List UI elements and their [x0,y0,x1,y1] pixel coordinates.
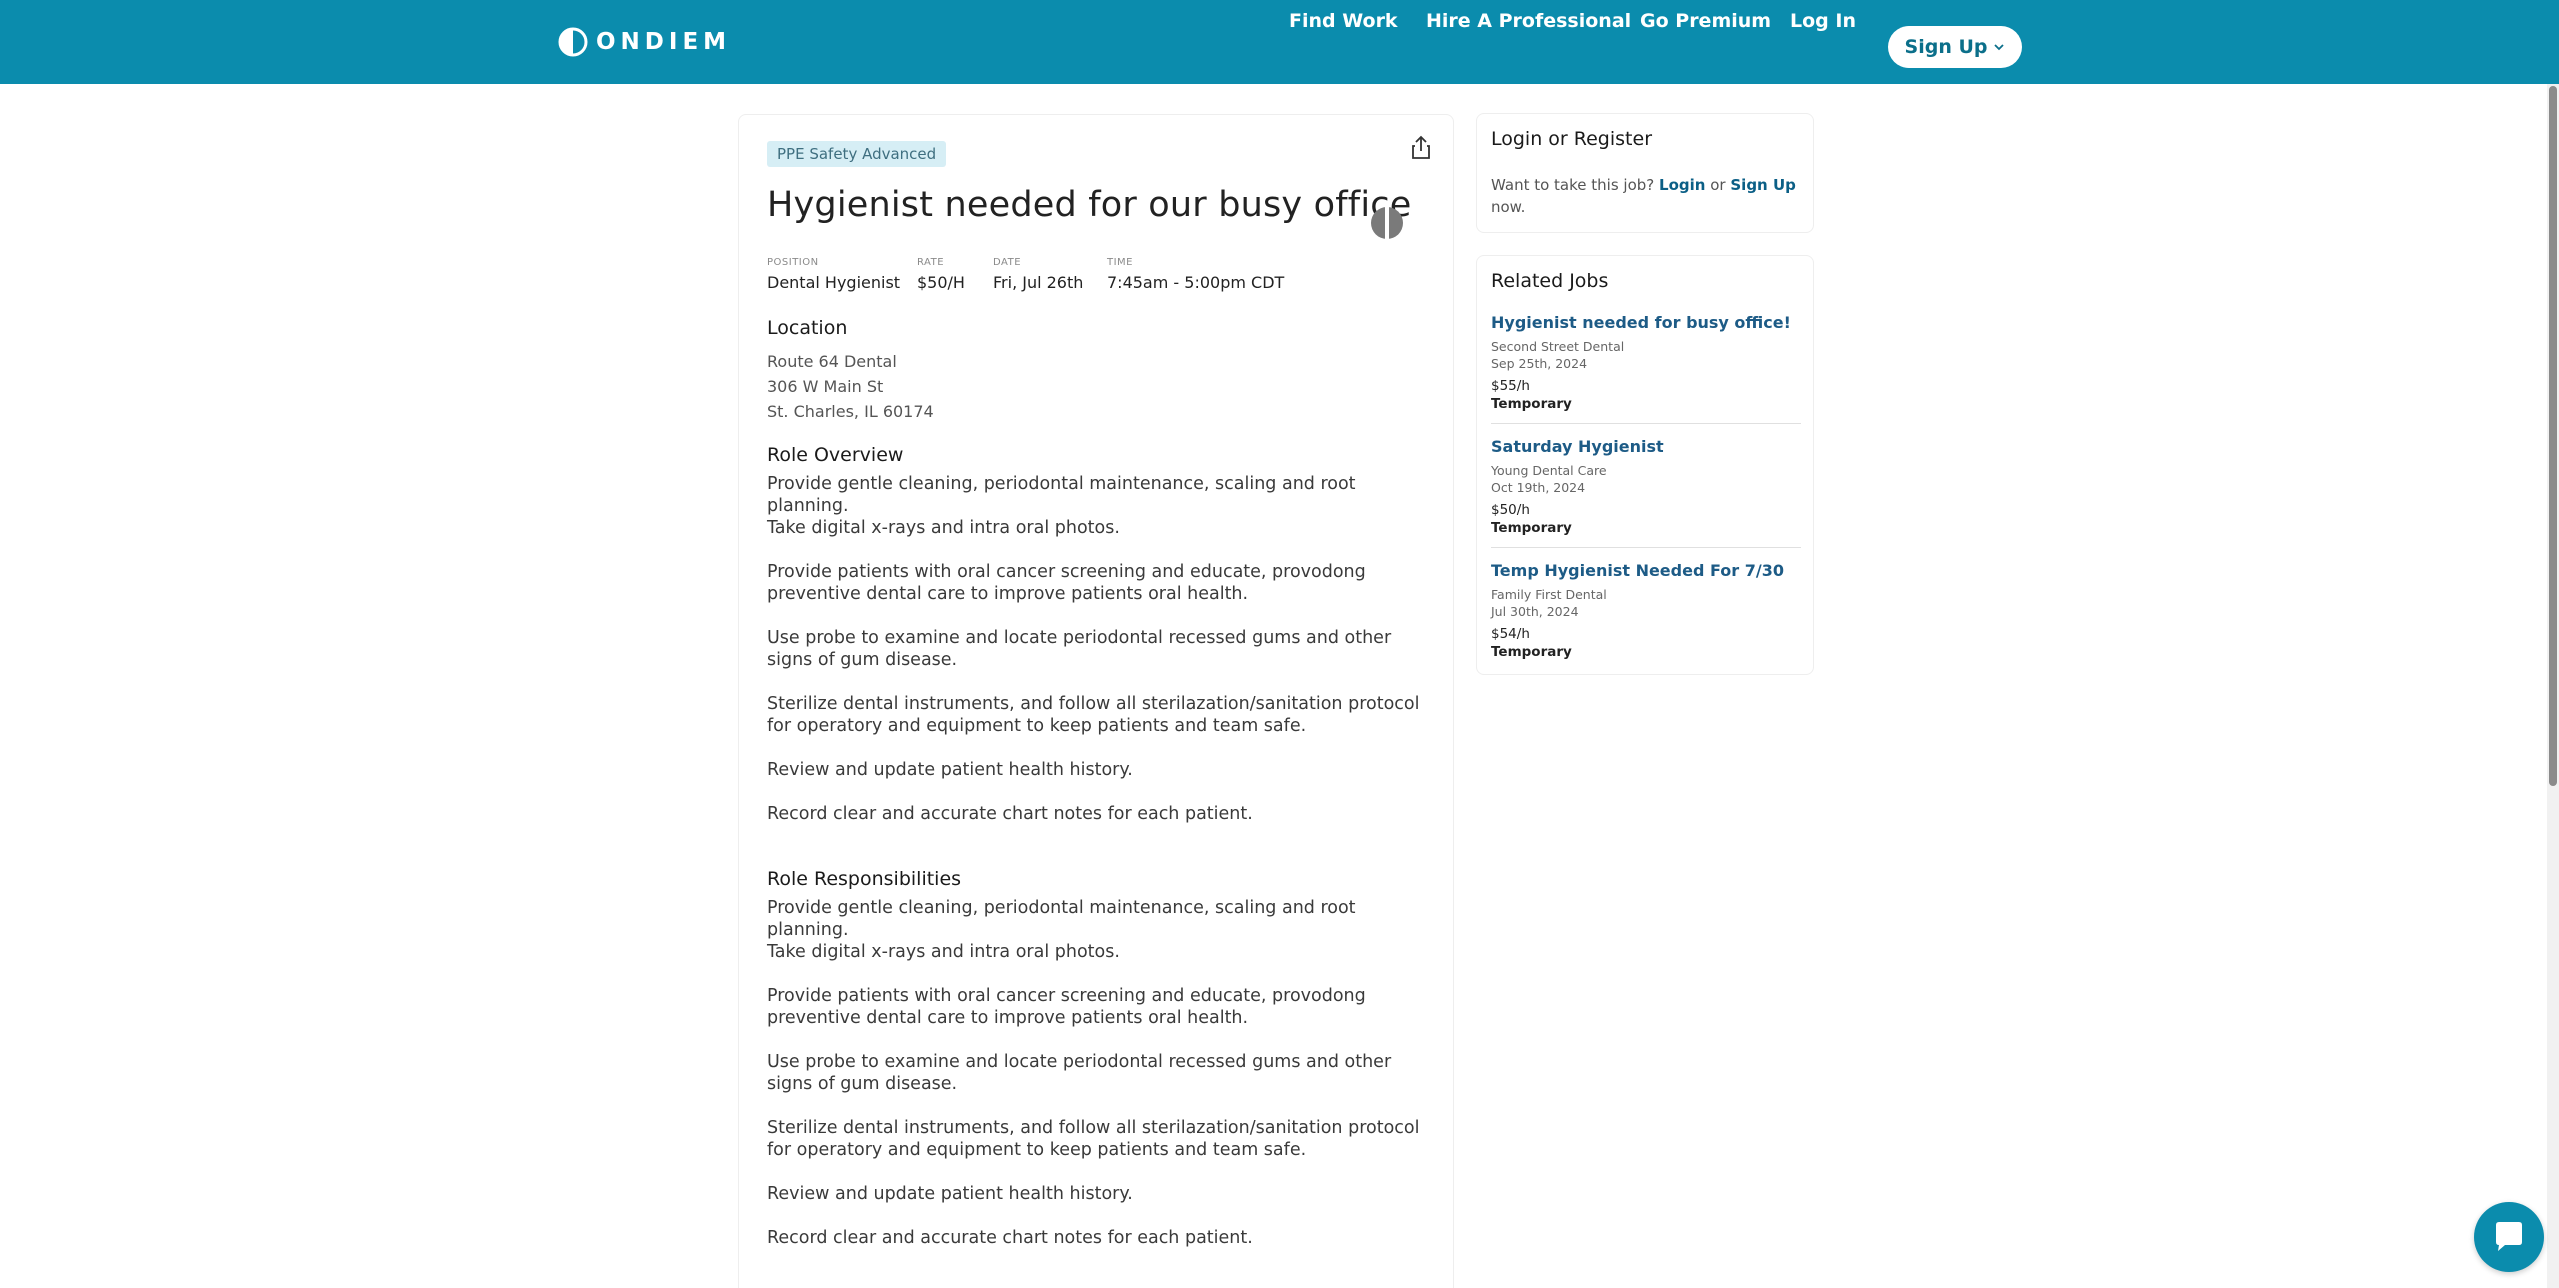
related-job-type: Temporary [1491,644,1572,660]
related-job-date: Oct 19th, 2024 [1491,480,1586,495]
location-heading: Location [767,317,848,339]
meta-date: Date Fri, Jul 26th [993,257,1083,292]
nav-hire-a-professional[interactable]: Hire A Professional [1426,0,1631,42]
login-register-card: Login or Register Want to take this job?… [1476,113,1814,233]
related-job-item[interactable]: Saturday Hygienist Young Dental Care Oct… [1491,437,1801,537]
related-job-type: Temporary [1491,396,1572,412]
related-job-office: Family First Dental [1491,587,1607,602]
login-prompt-text: Want to take this job? [1491,176,1655,194]
login-or-text: or [1710,176,1726,194]
meta-time: Time 7:45am - 5:00pm CDT [1107,257,1284,292]
related-job-rate: $50/h [1491,502,1530,518]
top-navigation-bar: ONDIEM Find Work Hire A Professional Go … [0,0,2559,84]
job-details-card: PPE Safety Advanced Hygienist needed for… [738,114,1454,1288]
chat-button[interactable] [2474,1202,2544,1272]
overview-paragraph: Provide gentle cleaning, periodontal mai… [767,474,1356,516]
responsibility-paragraph: Sterilize dental instruments, and follow… [767,1118,1420,1160]
login-card-title: Login or Register [1491,128,1652,150]
sign-up-label: Sign Up [1904,36,1988,58]
address-line: 306 W Main St [767,377,884,396]
chevron-down-icon [1994,44,2005,51]
signup-link[interactable]: Sign Up [1730,176,1796,194]
login-link[interactable]: Login [1659,176,1705,194]
overview-paragraph: Sterilize dental instruments, and follow… [767,694,1420,736]
responsibility-paragraph: Provide gentle cleaning, periodontal mai… [767,898,1356,940]
share-icon[interactable] [1409,135,1433,161]
role-responsibilities-heading: Role Responsibilities [767,868,962,890]
address-line: St. Charles, IL 60174 [767,402,934,421]
related-job-date: Sep 25th, 2024 [1491,356,1588,371]
related-job-rate: $54/h [1491,626,1530,642]
login-prompt: Want to take this job? Login or Sign Up … [1491,174,1801,218]
related-job-rate: $55/h [1491,378,1530,394]
related-job-title[interactable]: Temp Hygienist Needed For 7/30 [1491,561,1801,580]
related-divider [1491,547,1801,548]
employer-logo-icon [1371,206,1403,240]
related-job-type: Temporary [1491,520,1572,536]
related-job-date: Jul 30th, 2024 [1491,604,1579,619]
related-job-title[interactable]: Hygienist needed for busy office! [1491,313,1801,332]
page-scrollbar-thumb[interactable] [2549,86,2557,786]
meta-date-value: Fri, Jul 26th [993,273,1084,292]
address-line: Route 64 Dental [767,352,897,371]
meta-position-value: Dental Hygienist [767,273,901,292]
overview-paragraph: Take digital x-rays and intra oral photo… [767,518,1120,538]
related-divider [1491,423,1801,424]
nav-log-in[interactable]: Log In [1790,0,1856,42]
related-job-office: Second Street Dental [1491,339,1625,354]
related-job-item[interactable]: Hygienist needed for busy office! Second… [1491,313,1801,413]
related-jobs-card: Related Jobs Hygienist needed for busy o… [1476,255,1814,675]
overview-paragraph: Review and update patient health history… [767,760,1133,780]
related-jobs-title: Related Jobs [1491,270,1609,292]
responsibility-paragraph: Take digital x-rays and intra oral photo… [767,942,1120,962]
overview-paragraph: Provide patients with oral cancer screen… [767,562,1366,604]
chat-icon [2496,1222,2522,1251]
brand-logo[interactable]: ONDIEM [558,26,731,58]
overview-paragraph: Use probe to examine and locate periodon… [767,628,1392,670]
role-overview-heading: Role Overview [767,444,904,466]
brand-name: ONDIEM [596,29,732,55]
related-job-office: Young Dental Care [1491,463,1607,478]
login-prompt-end: now. [1491,198,1526,216]
requirement-badge: PPE Safety Advanced [767,141,947,167]
responsibility-paragraph: Review and update patient health history… [767,1184,1133,1204]
responsibility-paragraph: Provide patients with oral cancer screen… [767,986,1366,1028]
meta-rate-value: $50/H [917,273,965,292]
sign-up-button[interactable]: Sign Up [1888,26,2022,68]
responsibility-paragraph: Use probe to examine and locate periodon… [767,1052,1392,1094]
meta-time-label: Time [1107,257,1134,268]
meta-rate: Rate $50/H [917,257,965,292]
related-job-title[interactable]: Saturday Hygienist [1491,437,1801,456]
meta-position: Position Dental Hygienist [767,257,900,292]
nav-find-work[interactable]: Find Work [1289,0,1398,42]
responsibility-paragraph: Record clear and accurate chart notes fo… [767,1228,1253,1248]
overview-paragraph: Record clear and accurate chart notes fo… [767,804,1253,824]
meta-rate-label: Rate [917,257,945,268]
nav-go-premium[interactable]: Go Premium [1640,0,1771,42]
meta-date-label: Date [993,257,1022,268]
meta-position-label: Position [767,257,819,268]
job-title: Hygienist needed for our busy office [767,185,1412,225]
ondiem-logo-icon [558,27,588,57]
meta-time-value: 7:45am - 5:00pm CDT [1107,273,1285,292]
related-job-item[interactable]: Temp Hygienist Needed For 7/30 Family Fi… [1491,561,1801,661]
